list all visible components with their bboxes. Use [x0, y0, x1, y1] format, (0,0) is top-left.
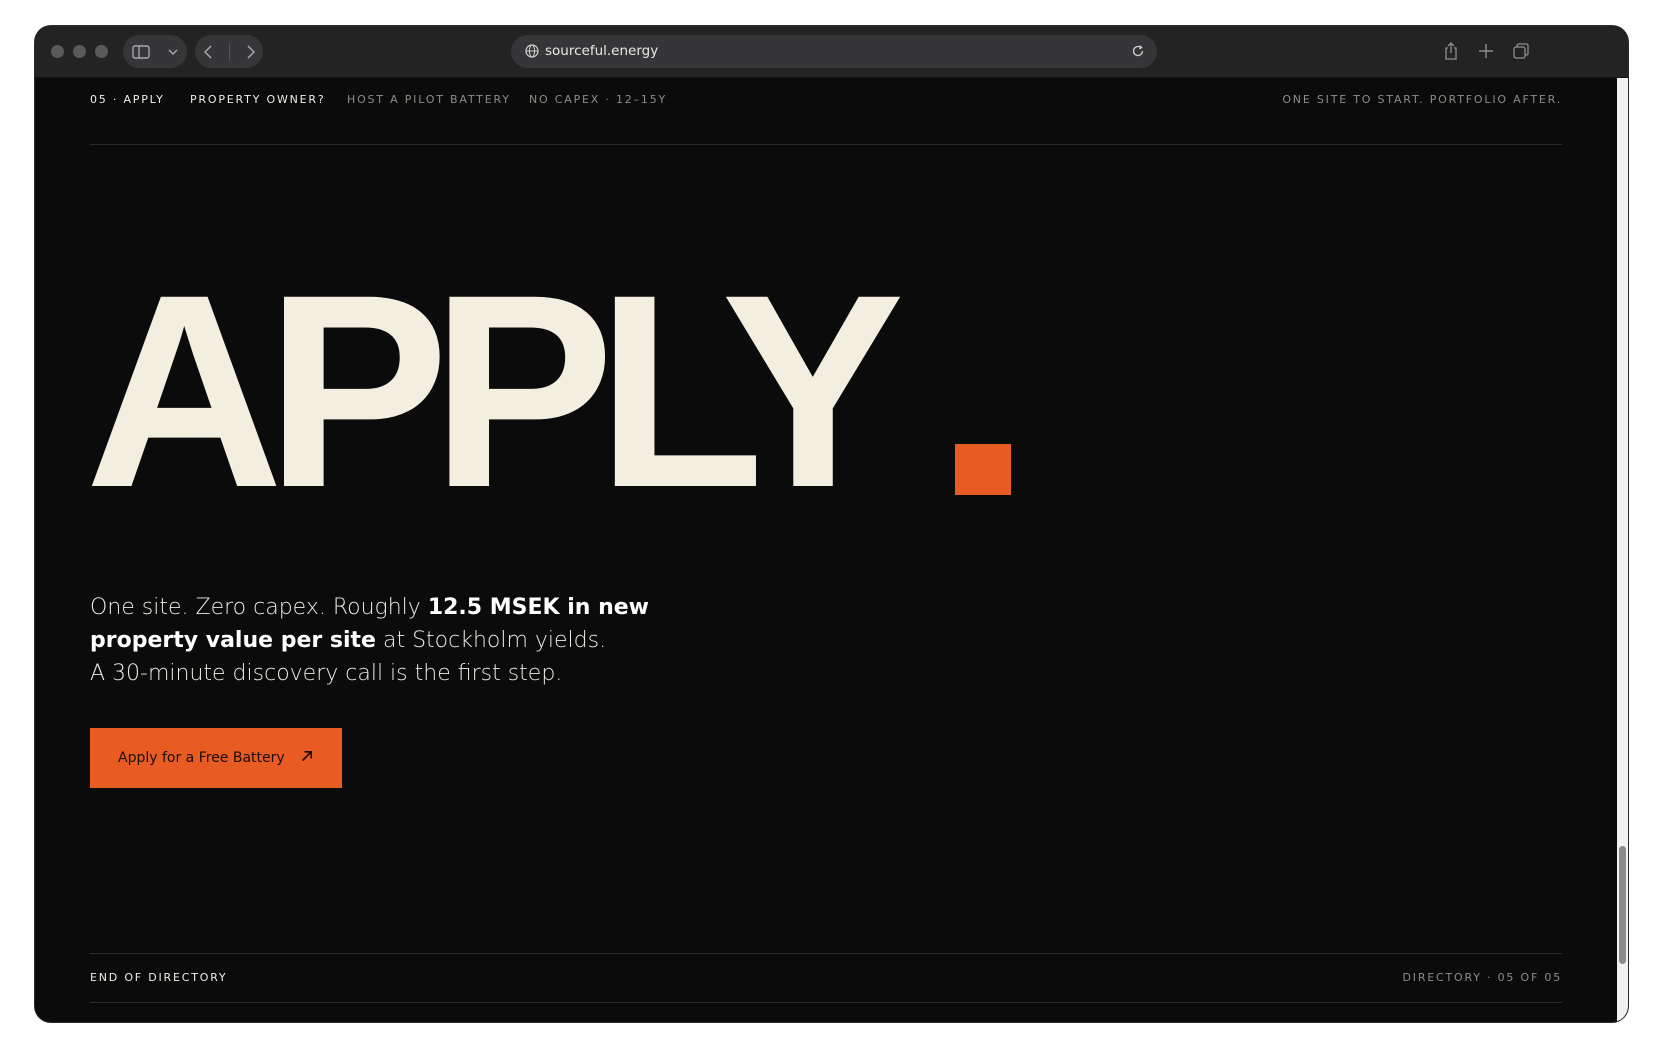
zoom-window-button[interactable] [95, 45, 108, 58]
intro-text: One site. Zero capex. Roughly 12.5 MSEK … [90, 591, 650, 690]
globe-icon [525, 44, 539, 63]
url-text[interactable]: sourceful.energy [545, 43, 658, 59]
intro-line3: A 30-minute discovery call is the first … [90, 661, 563, 686]
tagline-label: ONE SITE TO START. PORTFOLIO AFTER. [1282, 93, 1562, 106]
nav-divider [228, 42, 230, 61]
share-icon[interactable] [1444, 42, 1458, 65]
arrow-up-right-icon [301, 749, 313, 767]
directory-counter-label: DIRECTORY · 05 OF 05 [1402, 971, 1562, 984]
hero-accent-dot [955, 444, 1011, 495]
scrollbar[interactable] [1617, 78, 1628, 1022]
hero-title: APPLY [85, 238, 905, 545]
top-nav: 05 · APPLY PROPERTY OWNER? HOST A PILOT … [90, 78, 1562, 145]
no-capex-label: NO CAPEX · 12–15Y [529, 93, 668, 106]
address-bar[interactable]: sourceful.energy [511, 35, 1157, 68]
new-tab-icon[interactable] [1479, 44, 1493, 63]
close-window-button[interactable] [51, 45, 64, 58]
sidebar-toggle-group[interactable] [123, 35, 187, 68]
forward-icon[interactable] [246, 44, 255, 59]
scrollbar-thumb[interactable] [1619, 846, 1626, 964]
footer-bar: END OF DIRECTORY DIRECTORY · 05 OF 05 [90, 953, 1562, 1003]
back-icon[interactable] [203, 44, 212, 59]
apply-button-label[interactable]: Apply for a Free Battery [118, 750, 285, 766]
browser-toolbar: sourceful.energy [35, 26, 1628, 78]
chevron-down-icon[interactable] [168, 49, 178, 55]
intro-part1: One site. Zero capex. Roughly [90, 595, 428, 620]
property-owner-label: PROPERTY OWNER? [190, 93, 326, 106]
reload-icon[interactable] [1131, 44, 1145, 63]
intro-part2: at Stockholm yields. [375, 628, 607, 653]
section-label: 05 · APPLY [90, 93, 165, 106]
browser-window: sourceful.energy 05 · APPLY PROPERTY OWN… [35, 26, 1628, 1022]
end-of-directory-label: END OF DIRECTORY [90, 971, 228, 984]
sidebar-icon[interactable] [132, 44, 150, 59]
minimize-window-button[interactable] [73, 45, 86, 58]
web-page: 05 · APPLY PROPERTY OWNER? HOST A PILOT … [35, 78, 1617, 1022]
apply-button[interactable]: Apply for a Free Battery [90, 728, 342, 788]
pilot-battery-label: HOST A PILOT BATTERY [347, 93, 511, 106]
navigation-group [195, 35, 263, 68]
tabs-overview-icon[interactable] [1513, 43, 1529, 64]
